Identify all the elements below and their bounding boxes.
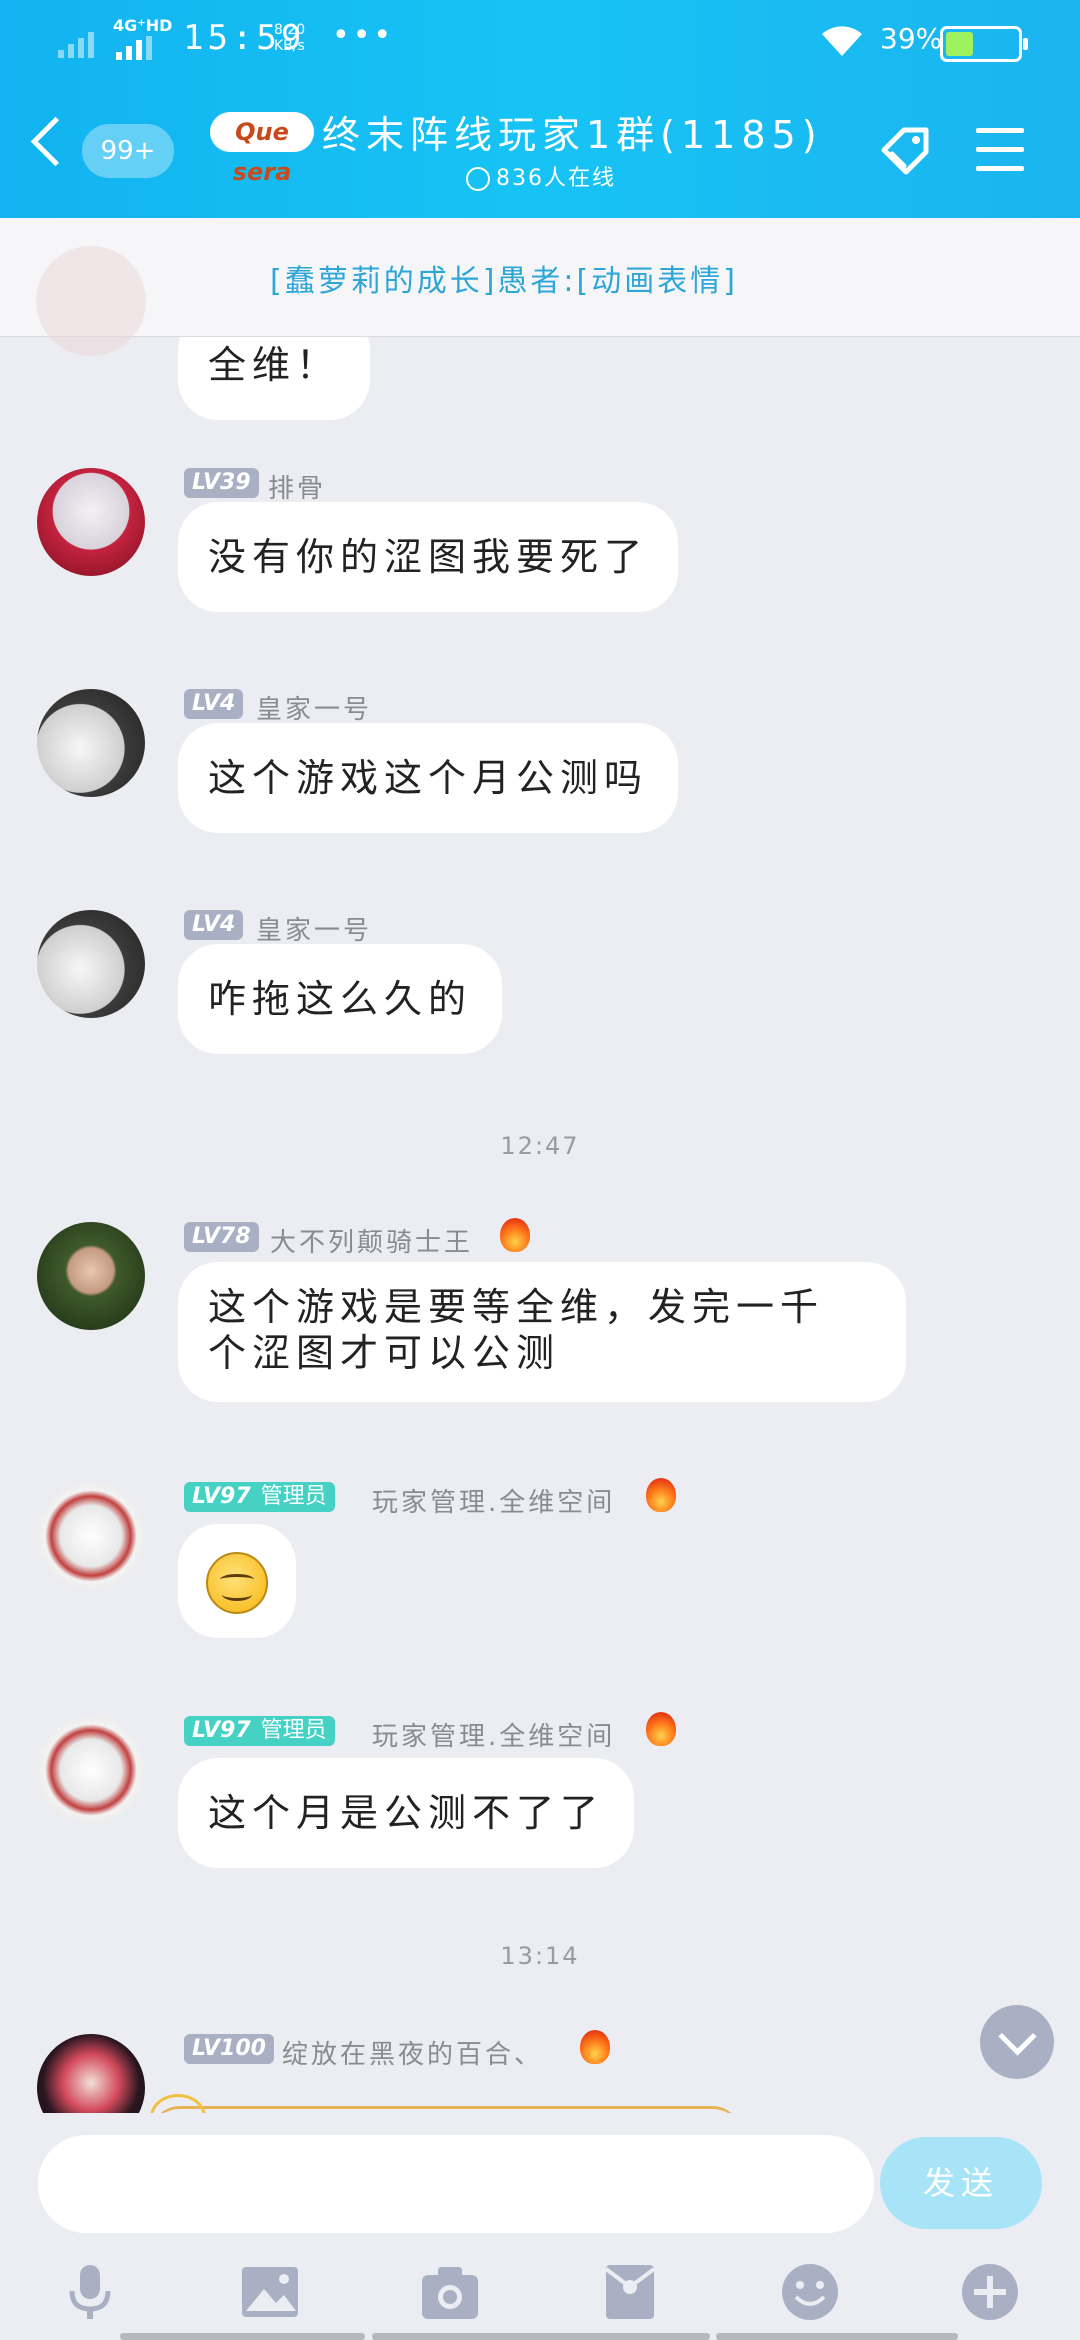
nav-bar-segment[interactable] <box>372 2333 710 2340</box>
level-text: LV97 <box>192 1484 251 1509</box>
unread-badge[interactable]: 99+ <box>82 124 174 178</box>
send-button[interactable]: 发送 <box>880 2137 1042 2229</box>
speed-value: 8.20 <box>274 22 306 38</box>
scroll-to-bottom-button[interactable] <box>980 2005 1054 2079</box>
message-text-line1: 这个游戏是要等全维，发完一千 <box>208 1285 825 1329</box>
pinned-text: [蠢萝莉的成长]愚者:[动画表情] <box>270 264 738 299</box>
message-bubble[interactable]: 咋拖这么久的 <box>178 944 503 1054</box>
emoji-icon[interactable] <box>778 2261 842 2323</box>
toolbar <box>0 2261 1080 2331</box>
avatar[interactable] <box>37 689 145 797</box>
network-type: 4G⁺HD <box>113 16 173 35</box>
nav-bar-segment[interactable] <box>120 2333 365 2340</box>
sender-name[interactable]: 玩家管理.全维空间 <box>372 1482 615 1519</box>
avatar[interactable] <box>37 1716 145 1824</box>
back-icon[interactable] <box>30 116 81 167</box>
plus-icon[interactable] <box>958 2261 1022 2323</box>
chevron-circle-icon <box>466 167 490 191</box>
more-notifications: ••• <box>332 18 395 53</box>
smirk-emoji <box>206 1552 268 1614</box>
admin-level-badge: LV97 管理员 <box>184 1716 335 1746</box>
group-title[interactable]: 终末阵线玩家1群(1185) <box>322 104 823 159</box>
sender-name[interactable]: 皇家一号 <box>256 689 372 726</box>
role-text: 管理员 <box>260 1484 327 1509</box>
message-text: 这个游戏这个月公测吗 <box>208 756 649 800</box>
level-badge: LV78 <box>184 1222 259 1252</box>
online-text: 836人在线 <box>496 166 616 191</box>
level-badge: LV39 <box>184 468 259 498</box>
menu-icon[interactable] <box>976 128 1024 171</box>
message-input[interactable] <box>38 2135 874 2233</box>
wifi-icon <box>822 26 862 56</box>
message-bubble[interactable]: 这个月是公测不了了 <box>178 1758 635 1868</box>
group-logo: Que sera <box>210 112 314 186</box>
avatar[interactable] <box>37 2034 145 2113</box>
sender-name[interactable]: 大不列颠骑士王 <box>270 1222 473 1259</box>
battery-fill <box>946 32 974 56</box>
message-bubble[interactable]: 这个游戏是要等全维，发完一千 个涩图才可以公测 <box>178 1262 906 1402</box>
partial-text: 全维！ <box>208 343 341 387</box>
image-icon[interactable] <box>238 2261 302 2323</box>
speed-unit: KB/s <box>274 38 305 54</box>
sun-decoration-icon <box>150 2094 206 2113</box>
message-bubble[interactable] <box>178 1524 296 1638</box>
message-bubble[interactable]: 没有你的涩图我要死了 <box>178 502 679 612</box>
timestamp: 13:14 <box>500 1942 580 1970</box>
sender-name[interactable]: 绽放在黑夜的百合、 <box>282 2034 543 2071</box>
avatar[interactable] <box>37 910 145 1018</box>
signal-strength-icon <box>116 36 152 60</box>
sender-name[interactable]: 玩家管理.全维空间 <box>372 1716 615 1753</box>
avatar[interactable] <box>37 1482 145 1590</box>
fire-icon <box>580 2030 610 2064</box>
avatar[interactable] <box>37 1222 145 1330</box>
level-badge: LV4 <box>184 689 244 719</box>
microphone-icon[interactable] <box>58 2261 122 2323</box>
avatar[interactable] <box>37 468 145 576</box>
sender-name[interactable]: 皇家一号 <box>256 910 372 947</box>
input-bar: 发送 <box>0 2113 1080 2340</box>
battery-percent: 39% <box>880 22 943 55</box>
admin-level-badge: LV97 管理员 <box>184 1482 335 1512</box>
status-bar: 4G⁺HD 15:59 8.20 KB/s ••• 39% <box>0 0 1080 80</box>
network-speed: 8.20 KB/s <box>274 22 305 54</box>
timestamp: 12:47 <box>500 1132 580 1160</box>
chat-area[interactable]: 全维！ LV39 排骨 没有你的涩图我要死了 LV4 皇家一号 这个游戏这个月公… <box>0 218 1080 2113</box>
battery-icon <box>940 26 1028 62</box>
fire-icon <box>646 1478 676 1512</box>
online-count[interactable]: 836人在线 <box>466 160 616 192</box>
signal-icon <box>58 32 94 58</box>
message-text: 没有你的涩图我要死了 <box>208 535 649 579</box>
message-text: 这个月是公测不了了 <box>208 1791 605 1835</box>
fire-icon <box>646 1712 676 1746</box>
bubble-frame-partial <box>150 2106 742 2113</box>
level-badge: LV4 <box>184 910 244 940</box>
level-text: LV97 <box>192 1718 251 1743</box>
message-text-line2: 个涩图才可以公测 <box>208 1331 561 1375</box>
message-text: 咋拖这么久的 <box>208 977 473 1021</box>
role-text: 管理员 <box>260 1718 327 1743</box>
pinned-message-bar[interactable]: [蠢萝莉的成长]愚者:[动画表情] <box>0 218 1080 356</box>
sender-name[interactable]: 排骨 <box>268 468 326 505</box>
fire-icon <box>500 1218 530 1252</box>
camera-icon[interactable] <box>418 2261 482 2323</box>
level-badge: LV100 <box>184 2034 274 2064</box>
pinned-avatar <box>36 246 146 356</box>
nav-bar-segment[interactable] <box>716 2333 958 2340</box>
message-bubble[interactable]: 这个游戏这个月公测吗 <box>178 723 679 833</box>
red-packet-icon[interactable] <box>598 2261 662 2323</box>
tag-link-icon[interactable] <box>878 124 934 178</box>
top-header: 4G⁺HD 15:59 8.20 KB/s ••• 39% 99+ Que se… <box>0 0 1080 218</box>
